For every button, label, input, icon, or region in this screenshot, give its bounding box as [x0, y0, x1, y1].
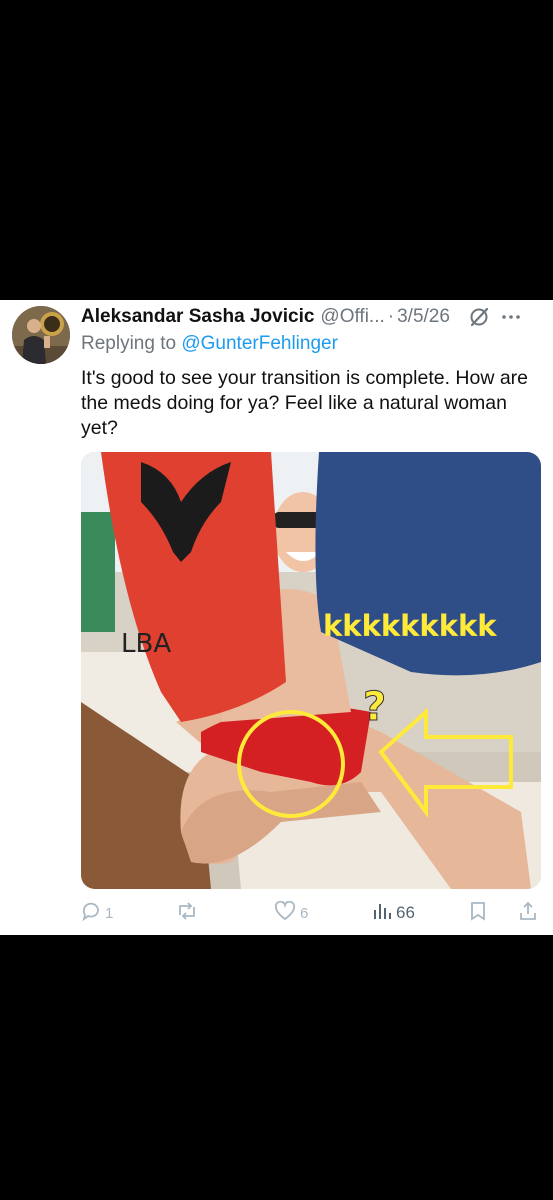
user-handle[interactable]: @Offi...: [320, 304, 384, 330]
replying-to: Replying to @GunterFehlinger: [81, 331, 338, 357]
bookmark-button[interactable]: [469, 900, 487, 926]
replying-prefix: Replying to: [81, 333, 177, 354]
repost-button[interactable]: [176, 900, 202, 926]
tweet-text: It's good to see your transition is comp…: [81, 367, 529, 439]
tweet-actions: 1 6 66: [0, 900, 553, 926]
tweet-card[interactable]: Aleksandar Sasha Jovicic @Offi... · 3/5/…: [0, 300, 553, 935]
reply-mention-link[interactable]: @GunterFehlinger: [181, 333, 338, 354]
reply-button[interactable]: 1: [81, 900, 113, 926]
like-icon: [274, 900, 296, 925]
more-icon[interactable]: [500, 306, 522, 328]
share-button[interactable]: [518, 900, 538, 926]
display-name[interactable]: Aleksandar Sasha Jovicic: [81, 304, 314, 330]
share-icon: [518, 901, 538, 925]
views-count: 66: [396, 903, 415, 922]
reply-icon: [81, 901, 101, 925]
tweet-media-image[interactable]: ? LBA kkkkkkkkk: [81, 452, 541, 889]
tweet-header: Aleksandar Sasha Jovicic @Offi... · 3/5/…: [81, 304, 546, 330]
overlay-text: kkkkkkkkk: [323, 609, 497, 643]
avatar[interactable]: [12, 306, 70, 364]
towel-text: LBA: [121, 629, 171, 659]
question-mark: ?: [363, 684, 386, 730]
separator: ·: [387, 306, 395, 327]
tweet-date[interactable]: 3/5/26: [397, 304, 450, 330]
views-button[interactable]: 66: [372, 900, 415, 926]
like-button[interactable]: 6: [274, 900, 308, 926]
repost-icon: [176, 901, 198, 925]
reply-count: 1: [105, 904, 114, 922]
grok-icon[interactable]: [468, 306, 490, 328]
bookmark-icon: [469, 901, 487, 925]
views-icon: [372, 901, 392, 926]
like-count: 6: [300, 904, 309, 922]
